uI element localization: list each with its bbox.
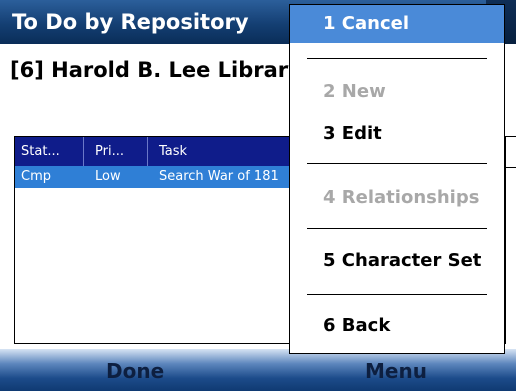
menu-item-relationships[interactable]: 4 Relationships <box>323 187 479 208</box>
done-softkey[interactable]: Done <box>106 359 164 383</box>
softkey-bar: Done Menu <box>0 349 516 391</box>
menu-item-cancel[interactable]: 1 Cancel <box>290 5 504 43</box>
window-title: To Do by Repository <box>12 10 249 34</box>
menu-item-character-set[interactable]: 5 Character Set <box>323 250 481 271</box>
column-divider[interactable] <box>147 137 148 166</box>
menu-item-new[interactable]: 2 New <box>323 81 386 102</box>
row-priority: Low <box>95 169 121 184</box>
row-status: Cmp <box>21 169 51 184</box>
menu-divider <box>307 58 487 59</box>
menu-divider <box>307 294 487 295</box>
menu-item-edit[interactable]: 3 Edit <box>323 123 382 144</box>
column-priority[interactable]: Pri... <box>95 144 124 159</box>
column-status[interactable]: Stat... <box>21 144 60 159</box>
repository-label: [6] Harold B. Lee Library <box>10 58 302 82</box>
popup-menu: 1 Cancel 2 New 3 Edit 4 Relationships 5 … <box>289 4 505 354</box>
row-task: Search War of 181 <box>159 169 279 184</box>
menu-item-back[interactable]: 6 Back <box>323 315 390 336</box>
column-divider[interactable] <box>83 137 84 166</box>
column-task[interactable]: Task <box>159 144 187 159</box>
menu-item-label: 1 Cancel <box>323 13 410 34</box>
menu-softkey[interactable]: Menu <box>365 359 427 383</box>
menu-divider <box>307 228 487 229</box>
menu-divider <box>307 163 487 164</box>
